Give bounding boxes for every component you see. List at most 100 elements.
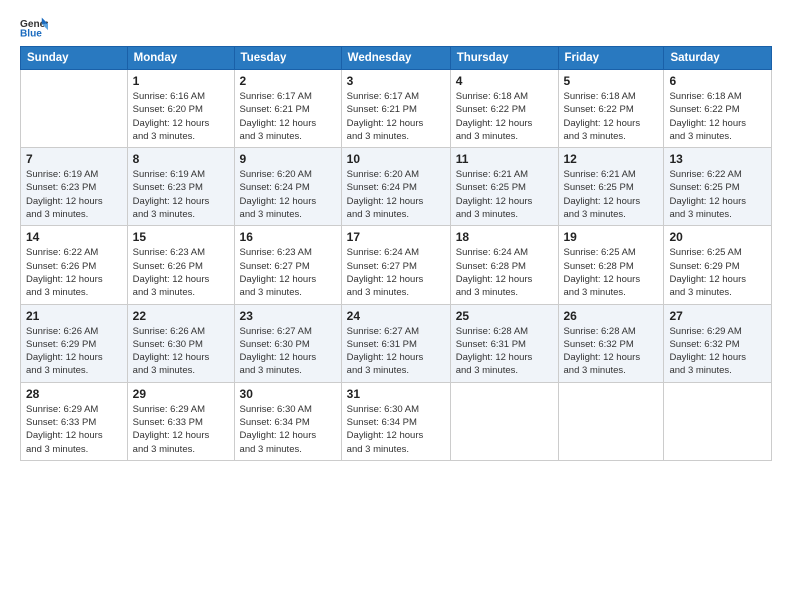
calendar-cell: 3 Sunrise: 6:17 AM Sunset: 6:21 PM Daylig… [341, 70, 450, 148]
page: General Blue SundayMondayTuesdayWednesda… [0, 0, 792, 612]
day-number: 14 [26, 230, 122, 244]
day-number: 30 [240, 387, 336, 401]
weekday-header-monday: Monday [127, 47, 234, 70]
day-info: Sunrise: 6:30 AM Sunset: 6:34 PM Dayligh… [347, 403, 445, 456]
calendar-cell: 8 Sunrise: 6:19 AM Sunset: 6:23 PM Daylig… [127, 148, 234, 226]
calendar-cell: 14 Sunrise: 6:22 AM Sunset: 6:26 PM Dayli… [21, 226, 128, 304]
day-info: Sunrise: 6:29 AM Sunset: 6:33 PM Dayligh… [133, 403, 229, 456]
day-number: 11 [456, 152, 553, 166]
calendar-cell [558, 382, 664, 460]
calendar-cell: 27 Sunrise: 6:29 AM Sunset: 6:32 PM Dayli… [664, 304, 772, 382]
day-number: 27 [669, 309, 766, 323]
day-info: Sunrise: 6:23 AM Sunset: 6:26 PM Dayligh… [133, 246, 229, 299]
day-number: 15 [133, 230, 229, 244]
day-info: Sunrise: 6:29 AM Sunset: 6:32 PM Dayligh… [669, 325, 766, 378]
calendar-cell: 9 Sunrise: 6:20 AM Sunset: 6:24 PM Daylig… [234, 148, 341, 226]
day-number: 13 [669, 152, 766, 166]
calendar-cell: 20 Sunrise: 6:25 AM Sunset: 6:29 PM Dayli… [664, 226, 772, 304]
day-number: 22 [133, 309, 229, 323]
calendar-cell: 1 Sunrise: 6:16 AM Sunset: 6:20 PM Daylig… [127, 70, 234, 148]
day-number: 9 [240, 152, 336, 166]
weekday-header-thursday: Thursday [450, 47, 558, 70]
day-number: 25 [456, 309, 553, 323]
logo: General Blue [20, 16, 48, 38]
calendar-cell: 4 Sunrise: 6:18 AM Sunset: 6:22 PM Daylig… [450, 70, 558, 148]
day-number: 28 [26, 387, 122, 401]
day-info: Sunrise: 6:19 AM Sunset: 6:23 PM Dayligh… [26, 168, 122, 221]
day-number: 3 [347, 74, 445, 88]
calendar-cell: 19Sunrise: 6:25 AM Sunset: 6:28 PM Dayli… [558, 226, 664, 304]
day-info: Sunrise: 6:19 AM Sunset: 6:23 PM Dayligh… [133, 168, 229, 221]
day-number: 7 [26, 152, 122, 166]
day-number: 17 [347, 230, 445, 244]
weekday-header-wednesday: Wednesday [341, 47, 450, 70]
calendar-table: SundayMondayTuesdayWednesdayThursdayFrid… [20, 46, 772, 461]
day-number: 8 [133, 152, 229, 166]
day-number: 12 [564, 152, 659, 166]
calendar-cell: 16Sunrise: 6:23 AM Sunset: 6:27 PM Dayli… [234, 226, 341, 304]
day-number: 23 [240, 309, 336, 323]
day-number: 5 [564, 74, 659, 88]
day-number: 29 [133, 387, 229, 401]
calendar-cell [450, 382, 558, 460]
day-number: 26 [564, 309, 659, 323]
day-info: Sunrise: 6:29 AM Sunset: 6:33 PM Dayligh… [26, 403, 122, 456]
day-number: 20 [669, 230, 766, 244]
day-info: Sunrise: 6:28 AM Sunset: 6:32 PM Dayligh… [564, 325, 659, 378]
day-info: Sunrise: 6:17 AM Sunset: 6:21 PM Dayligh… [240, 90, 336, 143]
day-info: Sunrise: 6:25 AM Sunset: 6:28 PM Dayligh… [564, 246, 659, 299]
day-info: Sunrise: 6:20 AM Sunset: 6:24 PM Dayligh… [240, 168, 336, 221]
day-number: 2 [240, 74, 336, 88]
calendar-cell: 23 Sunrise: 6:27 AM Sunset: 6:30 PM Dayli… [234, 304, 341, 382]
weekday-header-friday: Friday [558, 47, 664, 70]
day-number: 21 [26, 309, 122, 323]
day-info: Sunrise: 6:24 AM Sunset: 6:27 PM Dayligh… [347, 246, 445, 299]
svg-text:Blue: Blue [20, 28, 42, 38]
calendar-cell: 24Sunrise: 6:27 AM Sunset: 6:31 PM Dayli… [341, 304, 450, 382]
day-info: Sunrise: 6:30 AM Sunset: 6:34 PM Dayligh… [240, 403, 336, 456]
day-info: Sunrise: 6:27 AM Sunset: 6:31 PM Dayligh… [347, 325, 445, 378]
calendar-cell: 31Sunrise: 6:30 AM Sunset: 6:34 PM Dayli… [341, 382, 450, 460]
day-info: Sunrise: 6:21 AM Sunset: 6:25 PM Dayligh… [564, 168, 659, 221]
generalblue-logo-icon: General Blue [20, 16, 48, 38]
day-number: 6 [669, 74, 766, 88]
weekday-header-tuesday: Tuesday [234, 47, 341, 70]
calendar-cell: 17 Sunrise: 6:24 AM Sunset: 6:27 PM Dayli… [341, 226, 450, 304]
calendar-cell: 21Sunrise: 6:26 AM Sunset: 6:29 PM Dayli… [21, 304, 128, 382]
day-number: 4 [456, 74, 553, 88]
header: General Blue [20, 16, 772, 38]
calendar-cell: 25 Sunrise: 6:28 AM Sunset: 6:31 PM Dayli… [450, 304, 558, 382]
day-info: Sunrise: 6:24 AM Sunset: 6:28 PM Dayligh… [456, 246, 553, 299]
day-info: Sunrise: 6:28 AM Sunset: 6:31 PM Dayligh… [456, 325, 553, 378]
calendar-cell: 15 Sunrise: 6:23 AM Sunset: 6:26 PM Dayli… [127, 226, 234, 304]
day-info: Sunrise: 6:16 AM Sunset: 6:20 PM Dayligh… [133, 90, 229, 143]
weekday-header-saturday: Saturday [664, 47, 772, 70]
calendar-cell: 22 Sunrise: 6:26 AM Sunset: 6:30 PM Dayli… [127, 304, 234, 382]
calendar-cell: 29 Sunrise: 6:29 AM Sunset: 6:33 PM Dayli… [127, 382, 234, 460]
day-info: Sunrise: 6:26 AM Sunset: 6:30 PM Dayligh… [133, 325, 229, 378]
calendar-cell: 7 Sunrise: 6:19 AM Sunset: 6:23 PM Daylig… [21, 148, 128, 226]
day-info: Sunrise: 6:17 AM Sunset: 6:21 PM Dayligh… [347, 90, 445, 143]
day-number: 18 [456, 230, 553, 244]
day-info: Sunrise: 6:23 AM Sunset: 6:27 PM Dayligh… [240, 246, 336, 299]
weekday-header-sunday: Sunday [21, 47, 128, 70]
calendar-cell: 18 Sunrise: 6:24 AM Sunset: 6:28 PM Dayli… [450, 226, 558, 304]
day-info: Sunrise: 6:18 AM Sunset: 6:22 PM Dayligh… [456, 90, 553, 143]
day-info: Sunrise: 6:22 AM Sunset: 6:26 PM Dayligh… [26, 246, 122, 299]
calendar-cell [21, 70, 128, 148]
day-info: Sunrise: 6:18 AM Sunset: 6:22 PM Dayligh… [669, 90, 766, 143]
day-number: 1 [133, 74, 229, 88]
calendar-cell: 30 Sunrise: 6:30 AM Sunset: 6:34 PM Dayli… [234, 382, 341, 460]
calendar-cell: 11 Sunrise: 6:21 AM Sunset: 6:25 PM Dayli… [450, 148, 558, 226]
calendar-cell: 6 Sunrise: 6:18 AM Sunset: 6:22 PM Daylig… [664, 70, 772, 148]
calendar-cell: 26 Sunrise: 6:28 AM Sunset: 6:32 PM Dayli… [558, 304, 664, 382]
day-info: Sunrise: 6:21 AM Sunset: 6:25 PM Dayligh… [456, 168, 553, 221]
calendar-cell: 12 Sunrise: 6:21 AM Sunset: 6:25 PM Dayli… [558, 148, 664, 226]
day-info: Sunrise: 6:27 AM Sunset: 6:30 PM Dayligh… [240, 325, 336, 378]
day-info: Sunrise: 6:18 AM Sunset: 6:22 PM Dayligh… [564, 90, 659, 143]
day-info: Sunrise: 6:25 AM Sunset: 6:29 PM Dayligh… [669, 246, 766, 299]
calendar-cell: 5 Sunrise: 6:18 AM Sunset: 6:22 PM Daylig… [558, 70, 664, 148]
calendar-cell: 13Sunrise: 6:22 AM Sunset: 6:25 PM Dayli… [664, 148, 772, 226]
day-info: Sunrise: 6:20 AM Sunset: 6:24 PM Dayligh… [347, 168, 445, 221]
day-number: 10 [347, 152, 445, 166]
